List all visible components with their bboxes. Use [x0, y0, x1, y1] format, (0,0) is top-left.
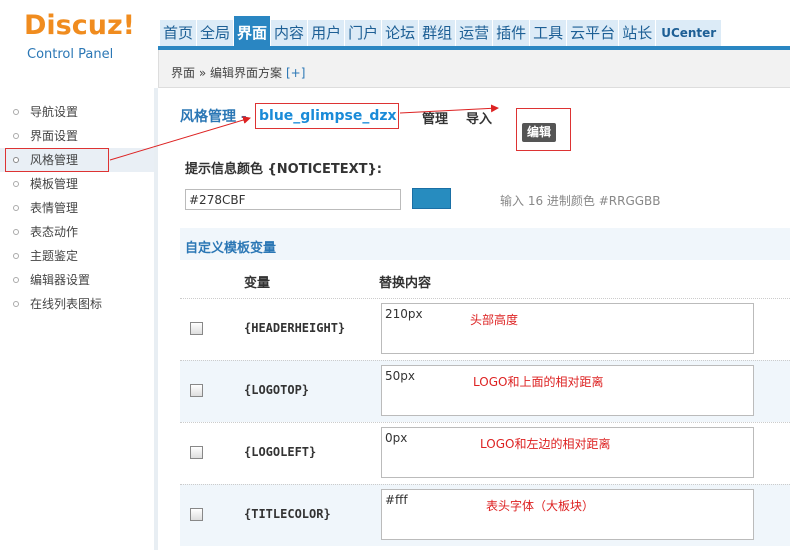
sidebar-item-label: 表态动作 — [30, 225, 79, 239]
bullet-icon — [13, 277, 19, 283]
nav-item-global[interactable]: 全局 — [197, 20, 234, 46]
notice-color-label: 提示信息颜色 {NOTICETEXT}: — [185, 162, 382, 177]
nav-item-ucenter[interactable]: UCenter — [656, 20, 722, 46]
bullet-icon — [13, 181, 19, 187]
logo[interactable]: Discuz! Control Panel — [0, 0, 158, 88]
nav-item-cloud[interactable]: 云平台 — [567, 20, 619, 46]
sidebar-item-label: 在线列表图标 — [30, 297, 103, 311]
row-checkbox[interactable] — [190, 384, 203, 397]
sidebar-item-label: 界面设置 — [30, 129, 79, 143]
row-checkbox[interactable] — [190, 446, 203, 459]
replace-value-input[interactable]: 210px — [381, 303, 754, 354]
sidebar-item-editor-settings[interactable]: 编辑器设置 — [0, 268, 154, 292]
row-checkbox[interactable] — [190, 322, 203, 335]
column-header-replace: 替换内容 — [379, 276, 432, 291]
logo-subtitle: Control Panel — [27, 47, 114, 62]
bullet-icon — [13, 229, 19, 235]
table-row: {HEADERHEIGHT} 210px 头部高度 — [180, 298, 790, 360]
bullet-icon — [13, 205, 19, 211]
row-checkbox[interactable] — [190, 508, 203, 521]
sidebar-item-smiley-manage[interactable]: 表情管理 — [0, 196, 154, 220]
tab-import[interactable]: 导入 — [466, 108, 492, 127]
table-row: {TITLECOLOR} #fff 表头字体（大板块） — [180, 484, 790, 546]
bullet-icon — [13, 301, 19, 307]
sidebar-item-label: 表情管理 — [30, 201, 79, 215]
variable-name: {LOGOTOP} — [244, 383, 310, 397]
logo-text: Discuz! — [24, 10, 135, 41]
notice-color-input[interactable] — [185, 189, 401, 210]
style-name: blue_glimpse_dzx — [259, 108, 397, 124]
annotation-note: 表头字体（大板块） — [486, 499, 595, 513]
nav-item-plugins[interactable]: 插件 — [493, 20, 530, 46]
table-header: 变量 替换内容 — [180, 264, 790, 294]
custom-vars-title: 自定义模板变量 — [185, 241, 277, 256]
nav-item-webmaster[interactable]: 站长 — [619, 20, 656, 46]
sidebar-item-label: 编辑器设置 — [30, 273, 91, 287]
breadcrumb: 界面 » 编辑界面方案 [+] — [171, 64, 305, 81]
annotation-box-sidebar — [5, 148, 109, 172]
sidebar-item-interface-settings[interactable]: 界面设置 — [0, 124, 154, 148]
variable-name: {HEADERHEIGHT} — [244, 321, 346, 335]
annotation-note: LOGO和左边的相对距离 — [480, 437, 611, 451]
variable-name: {TITLECOLOR} — [244, 507, 331, 521]
nav-item-tools[interactable]: 工具 — [530, 20, 567, 46]
custom-vars-header: 自定义模板变量 — [180, 228, 790, 260]
nav-item-portal[interactable]: 门户 — [345, 20, 382, 46]
breadcrumb-bar: 界面 » 编辑界面方案 [+] — [158, 50, 790, 88]
sidebar-item-label: 模板管理 — [30, 177, 79, 191]
sidebar-item-template-manage[interactable]: 模板管理 — [0, 172, 154, 196]
sidebar-item-label: 主题鉴定 — [30, 249, 79, 263]
nav-item-forum[interactable]: 论坛 — [382, 20, 419, 46]
main-content: 风格管理 - blue_glimpse_dzx 管理 导入 编辑 提示信息颜色 … — [162, 88, 790, 550]
tab-style-manage[interactable]: 风格管理 - — [180, 106, 247, 126]
sidebar-item-thread-stamps[interactable]: 主题鉴定 — [0, 244, 154, 268]
nav-item-interface[interactable]: 界面 — [234, 16, 271, 46]
tab-manage[interactable]: 管理 — [422, 108, 448, 127]
sidebar-item-label: 导航设置 — [30, 105, 79, 119]
nav-item-groups[interactable]: 群组 — [419, 20, 456, 46]
nav-item-content[interactable]: 内容 — [271, 20, 308, 46]
add-favorite-link[interactable]: [+] — [286, 66, 305, 80]
table-row: {LOGOTOP} 50px LOGO和上面的相对距离 — [180, 360, 790, 422]
table-row: {LOGOLEFT} 0px LOGO和左边的相对距离 — [180, 422, 790, 484]
tab-edit[interactable]: 编辑 — [522, 123, 557, 142]
bullet-icon — [13, 133, 19, 139]
column-header-variable: 变量 — [244, 276, 271, 291]
annotation-note: 头部高度 — [470, 313, 519, 327]
bullet-icon — [13, 109, 19, 115]
color-swatch[interactable] — [412, 188, 451, 209]
sidebar-item-nav-settings[interactable]: 导航设置 — [0, 100, 154, 124]
bullet-icon — [13, 253, 19, 259]
sidebar-item-click-actions[interactable]: 表态动作 — [0, 220, 154, 244]
nav-item-operations[interactable]: 运营 — [456, 20, 493, 46]
color-hint: 输入 16 进制颜色 #RRGGBB — [500, 194, 661, 208]
nav-item-home[interactable]: 首页 — [160, 20, 197, 46]
sidebar-item-online-list-icons[interactable]: 在线列表图标 — [0, 292, 154, 316]
breadcrumb-text: 界面 » 编辑界面方案 — [171, 66, 282, 80]
variable-name: {LOGOLEFT} — [244, 445, 317, 459]
top-nav: 首页 全局 界面 内容 用户 门户 论坛 群组 运营 插件 工具 云平台 站长 … — [160, 16, 722, 50]
nav-item-users[interactable]: 用户 — [308, 20, 345, 46]
annotation-note: LOGO和上面的相对距离 — [473, 375, 604, 389]
